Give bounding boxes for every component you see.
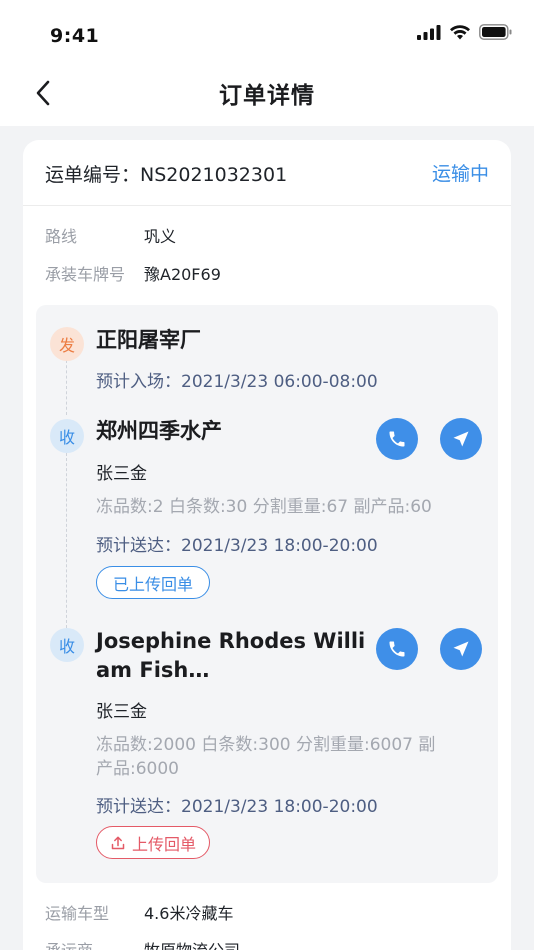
timeline-connector <box>66 360 67 415</box>
navigate-icon <box>453 431 469 447</box>
cargo-stats-line: 产品:6000 <box>96 759 179 779</box>
plate-row: 承装车牌号 豫A20F69 <box>45 261 221 285</box>
page-title: 订单详情 <box>219 83 315 109</box>
signal-icon <box>417 24 441 40</box>
vehicle-type-label: 运输车型 <box>45 904 110 923</box>
cargo-stats: 冻品数:2 白条数:30 分割重量:67 副产品:60 <box>96 497 432 517</box>
carrier-row: 承运商牧原物流公司 <box>45 937 240 950</box>
navigate-button[interactable] <box>440 418 482 460</box>
stop-eta: 预计送达：2021/3/23 18:00-20:00 <box>96 797 378 817</box>
timeline-connector <box>66 453 67 628</box>
phone-icon <box>389 431 405 447</box>
order-number: 运单编号：NS2021032301 <box>45 164 288 186</box>
carrier-value: 牧原物流公司 <box>144 941 240 950</box>
stop-name: Josephine Rhodes Willi am Fish… <box>96 627 365 685</box>
navigate-icon <box>453 641 469 657</box>
route-value: 巩义 <box>144 227 177 246</box>
vehicle-type-row: 运输车型 4.6米冷藏车 <box>45 900 233 924</box>
upload-icon <box>111 836 125 849</box>
stop-eta: 预计入场：2021/3/23 06:00-08:00 <box>96 372 378 392</box>
stop-name: 郑州四季水产 <box>96 419 222 443</box>
stop-eta: 预计送达：2021/3/23 18:00-20:00 <box>96 536 378 556</box>
battery-icon <box>479 24 512 40</box>
stop-name-line: Josephine Rhodes Willi <box>96 629 366 653</box>
contact-name: 张三金 <box>96 702 147 722</box>
call-button[interactable] <box>376 418 418 460</box>
call-button[interactable] <box>376 628 418 670</box>
stop-name-line: am Fish… <box>96 658 210 682</box>
vehicle-type-value: 4.6米冷藏车 <box>144 904 234 923</box>
nav-bar: 订单详情 <box>0 62 534 126</box>
upload-receipt-label: 上传回单 <box>131 834 196 854</box>
receipt-uploaded-label: 已上传回单 <box>112 574 193 594</box>
wifi-icon <box>450 25 470 40</box>
plate-value: 豫A20F69 <box>144 265 221 284</box>
order-card: 运单编号：NS2021032301 运输中 路线 巩义 承装车牌号 豫A20F69 … <box>23 140 511 950</box>
status-bar: 9:41 <box>0 0 534 62</box>
cargo-stats-line: 冻品数:2000 白条数:300 分割重量:6007 副 <box>96 735 436 755</box>
order-header: 运单编号：NS2021032301 运输中 <box>23 140 511 206</box>
route-row: 路线 巩义 <box>45 223 176 247</box>
status-icons <box>417 24 512 40</box>
receive-badge: 收 <box>50 628 84 662</box>
cargo-stats: 冻品数:2000 白条数:300 分割重量:6007 副 产品:6000 <box>96 733 435 781</box>
receipt-uploaded-badge: 已上传回单 <box>96 566 210 599</box>
status-time: 9:41 <box>50 25 100 47</box>
phone-icon <box>389 641 405 657</box>
send-badge: 发 <box>50 327 84 361</box>
route-label: 路线 <box>45 227 78 246</box>
stop-name: 正阳屠宰厂 <box>96 328 201 352</box>
upload-receipt-button[interactable]: 上传回单 <box>96 826 210 859</box>
route-timeline: 发 正阳屠宰厂 预计入场：2021/3/23 06:00-08:00 收 郑州四… <box>36 305 498 883</box>
order-status: 运输中 <box>431 163 489 185</box>
receive-badge: 收 <box>50 419 84 453</box>
navigate-button[interactable] <box>440 628 482 670</box>
contact-name: 张三金 <box>96 464 147 484</box>
plate-label: 承装车牌号 <box>45 265 126 284</box>
carrier-label: 承运商 <box>45 937 144 950</box>
